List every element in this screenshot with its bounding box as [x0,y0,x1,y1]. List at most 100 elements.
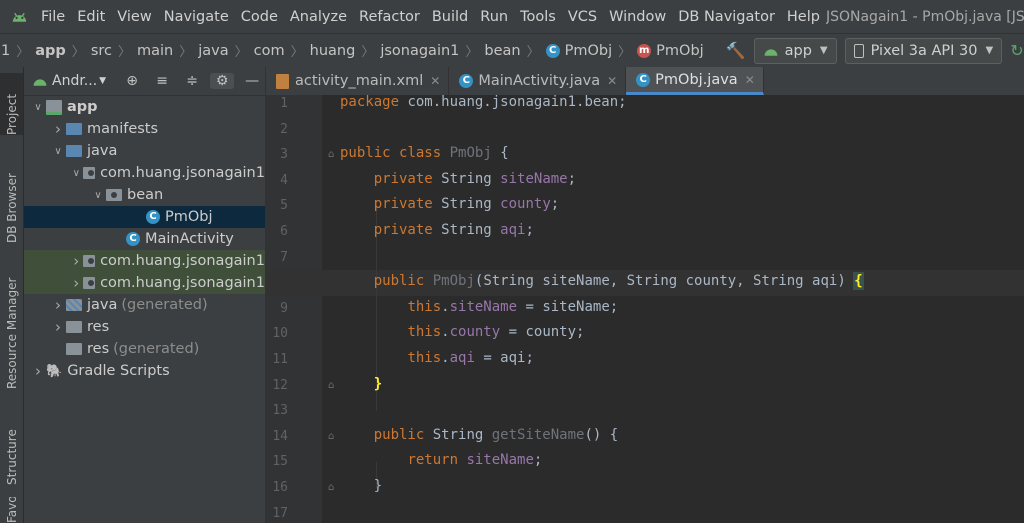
menu-analyze[interactable]: Analyze [284,9,353,25]
gear-icon[interactable]: ⚙ [210,73,235,89]
tab-mainactivity-java[interactable]: C MainActivity.java ✕ [449,67,627,95]
menu-navigate[interactable]: Navigate [158,9,235,25]
code-line[interactable]: public class PmObj { [340,145,509,161]
menu-help[interactable]: Help [781,9,826,25]
code-line[interactable]: private String siteName; [340,171,576,187]
line-number: 6 [280,224,288,239]
breadcrumb-item[interactable]: jsonagain1 [380,43,459,59]
line-number: 4 [280,172,288,188]
chevron-down-icon: ▼ [99,76,107,86]
fold-marker-icon[interactable]: ⌂ [328,431,334,442]
menu-tools[interactable]: Tools [514,9,562,25]
breadcrumb-item[interactable]: PmObj [656,43,704,59]
tree-item[interactable]: C PmObj [24,206,265,228]
close-icon[interactable]: ✕ [607,74,617,88]
code-line[interactable]: private String aqi; [340,222,534,238]
tree-item[interactable]: ∨ com.huang.jsonagain1 [24,162,265,184]
breadcrumb-item[interactable]: app [35,43,66,59]
hammer-build-icon[interactable]: 🔨 [726,41,746,60]
collapse-all-icon[interactable]: ≑ [180,73,204,89]
close-icon[interactable]: ✕ [745,73,755,87]
breadcrumb-item[interactable]: main [137,43,173,59]
line-number: 2 [280,121,288,137]
tree-item[interactable]: › res [24,316,265,338]
chevron-down-icon[interactable]: ∨ [90,190,106,201]
menu-code[interactable]: Code [235,9,284,25]
line-number: 11 [272,352,288,367]
menu-refactor[interactable]: Refactor [353,9,426,25]
tree-item[interactable]: › com.huang.jsonagain1 [24,250,265,272]
tab-activity-main-xml[interactable]: activity_main.xml ✕ [266,67,450,95]
menu-db-navigator[interactable]: DB Navigator [672,9,781,25]
apply-changes-icon[interactable]: ↻ [1010,41,1023,60]
breadcrumb-item[interactable]: huang [310,43,356,59]
tool-tab-structure[interactable]: Structure [0,407,23,485]
chevron-right-icon[interactable]: › [50,296,66,314]
tool-tab-resource-manager[interactable]: Resource Manager [0,259,23,389]
tree-item[interactable]: ∨ java [24,140,265,162]
locate-target-icon[interactable]: ⊕ [120,73,144,89]
code-line[interactable]: public PmObj(String siteName, String cou… [340,272,864,291]
breadcrumb: 1 〉 app 〉 src 〉 main 〉 java 〉 com 〉 huang 〉 jso… [0,41,704,61]
tab-label: activity_main.xml [295,73,424,89]
tool-tab-favorites[interactable]: Favorites [0,497,23,523]
breadcrumb-item[interactable]: com [254,43,285,59]
tree-item[interactable]: C MainActivity [24,228,265,250]
code-line[interactable]: public String getSiteName() { [340,427,618,443]
tool-tab-label: Project [4,93,19,135]
breadcrumb-item[interactable]: bean [484,43,520,59]
chevron-right-icon[interactable]: › [50,318,66,336]
menu-edit[interactable]: Edit [71,9,111,25]
code-line[interactable]: return siteName; [340,452,542,468]
fold-marker-icon[interactable]: ⌂ [328,380,334,391]
tree-item[interactable]: ∨ bean [24,184,265,206]
menu-vcs[interactable]: VCS [562,9,603,25]
tree-item[interactable]: res (generated) [24,338,265,360]
breadcrumb-item[interactable]: PmObj [565,43,613,59]
menu-run[interactable]: Run [474,9,514,25]
code-line[interactable]: } [340,376,382,392]
tab-pmobj-java[interactable]: C PmObj.java ✕ [626,67,764,95]
chevron-right-icon: 〉 [117,45,131,60]
menu-file[interactable]: File [35,9,71,25]
tree-item-suffix: (generated) [121,297,208,313]
breadcrumb-item[interactable]: 1 [1,43,10,59]
tree-item[interactable]: › 🐘 Gradle Scripts [24,360,265,382]
fold-marker-icon[interactable]: ⌂ [328,149,334,160]
tree-item[interactable]: ∨ app [24,96,265,118]
chevron-down-icon[interactable]: ∨ [70,168,83,179]
breadcrumb-item[interactable]: src [91,43,112,59]
chevron-right-icon[interactable]: › [50,120,66,138]
code-line[interactable]: } [340,478,382,494]
chevron-down-icon[interactable]: ∨ [30,102,46,113]
code-line[interactable]: package com.huang.jsonagain1.bean; [340,94,627,110]
code-line[interactable]: this.aqi = aqi; [340,350,533,366]
menu-view[interactable]: View [111,9,157,25]
breadcrumb-item[interactable]: java [198,43,228,59]
chevron-right-icon[interactable]: › [30,362,46,380]
fold-marker-icon[interactable]: ⌂ [328,482,334,493]
run-config-dropdown[interactable]: app ▼ [753,37,837,64]
minimize-icon[interactable]: — [240,73,264,89]
line-number: 1 [280,96,288,111]
tree-item[interactable]: › java (generated) [24,294,265,316]
tree-item[interactable]: › com.huang.jsonagain1 [24,272,265,294]
device-dropdown[interactable]: Pixel 3a API 30 ▼ [844,37,1003,64]
code-line[interactable]: this.county = county; [340,324,584,340]
package-icon [82,167,96,179]
class-icon: C [459,74,474,88]
tool-tab-project[interactable]: Project [0,73,23,135]
chevron-right-icon[interactable]: › [70,274,83,292]
folder-icon [66,321,82,333]
expand-all-icon[interactable]: ≡ [150,73,174,89]
tool-tab-db-browser[interactable]: DB Browser [0,151,23,243]
view-mode-dropdown[interactable]: Andr... ▼ [32,73,106,89]
close-icon[interactable]: ✕ [430,74,440,88]
code-line[interactable]: private String county; [340,196,559,212]
chevron-down-icon[interactable]: ∨ [50,146,66,157]
chevron-right-icon[interactable]: › [70,252,83,270]
code-line[interactable]: this.siteName = siteName; [340,299,618,315]
menu-build[interactable]: Build [426,9,474,25]
menu-window[interactable]: Window [603,9,672,25]
tree-item[interactable]: › manifests [24,118,265,140]
